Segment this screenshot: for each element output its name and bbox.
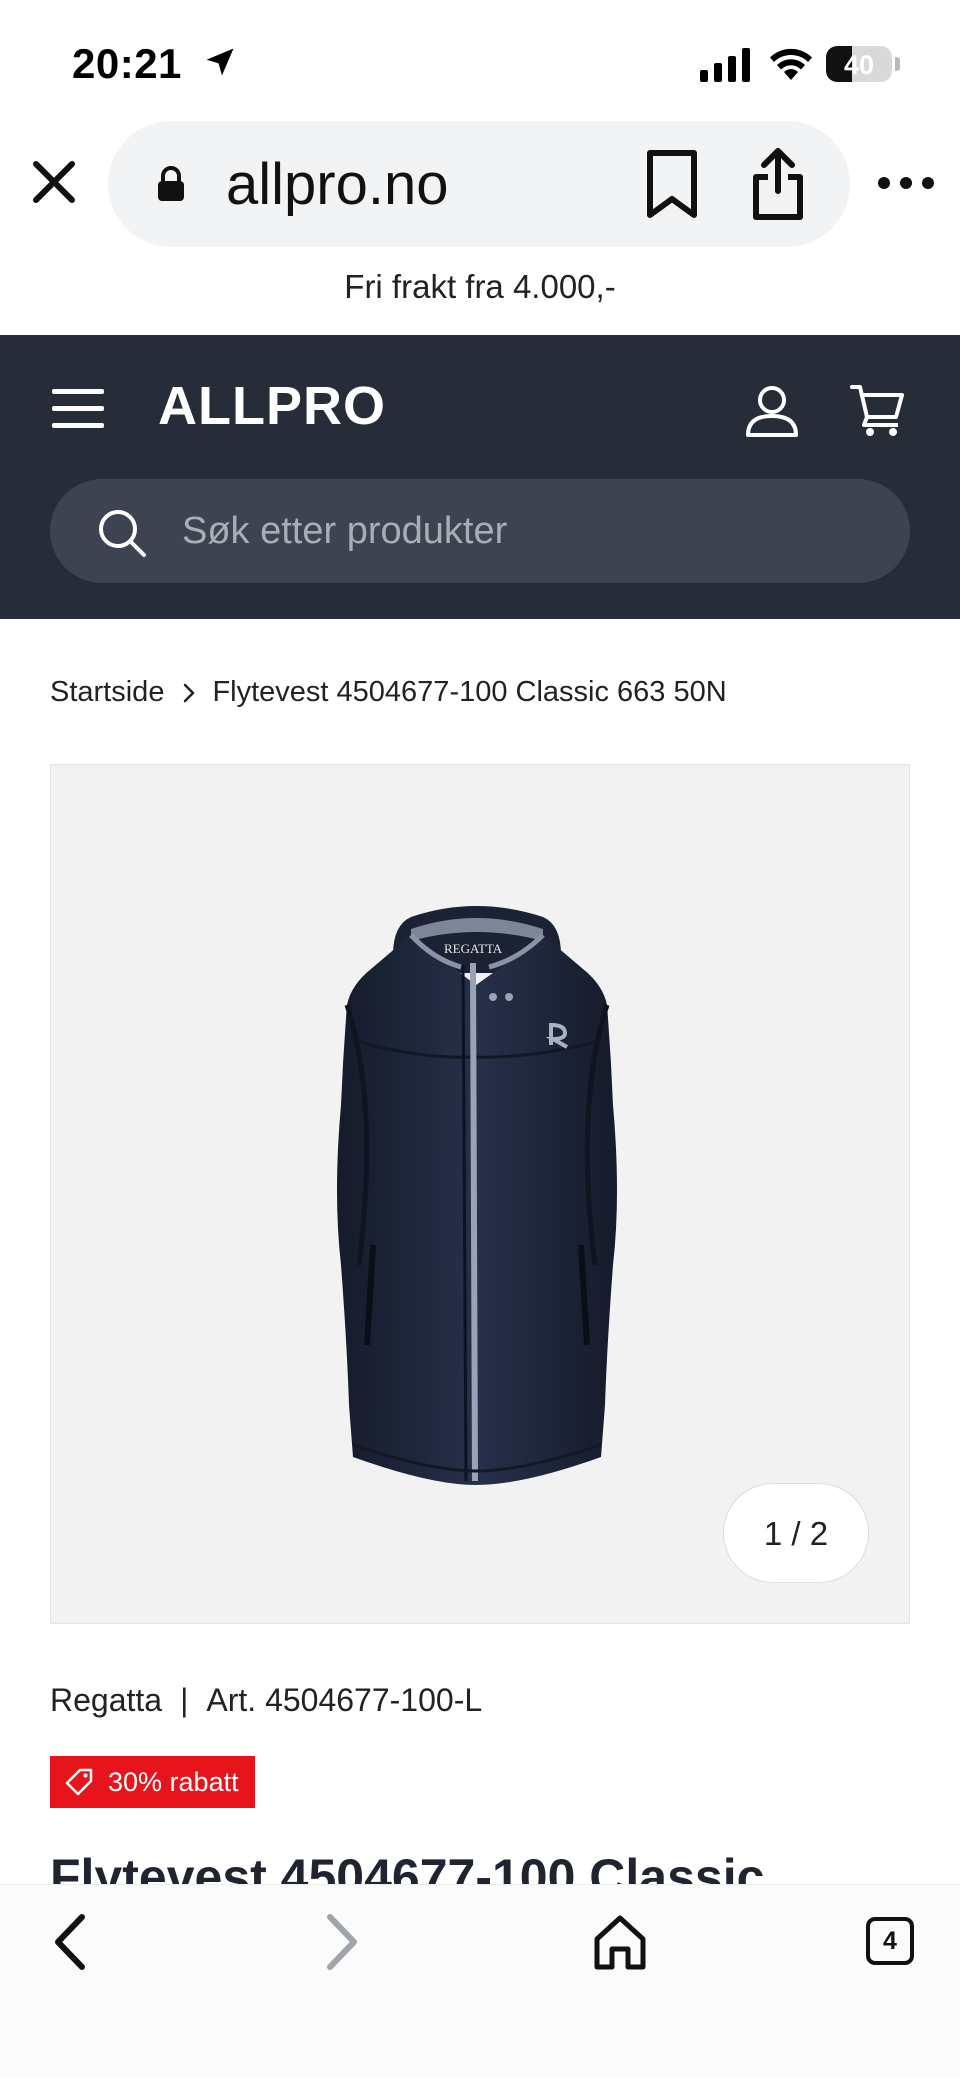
menu-line: [52, 423, 104, 428]
wifi-icon: [770, 48, 812, 80]
browser-toolbar: 4: [0, 1884, 960, 2078]
discount-label: 30% rabatt: [108, 1766, 239, 1797]
tabs-button[interactable]: 4: [866, 1917, 914, 1965]
cellular-signal-icon: [700, 48, 750, 82]
menu-line: [52, 406, 104, 411]
battery-percent: 40: [843, 50, 875, 80]
share-button[interactable]: [748, 147, 808, 221]
address-bar[interactable]: allpro.no: [108, 121, 850, 247]
collar-brand-label: REGATTA: [444, 941, 503, 956]
brand-link[interactable]: Regatta: [50, 1682, 162, 1718]
forward-button[interactable]: [320, 1911, 364, 1973]
breadcrumb-current: Flytevest 4504677-100 Classic 663 50N: [212, 676, 727, 708]
status-time: 20:21: [72, 40, 182, 87]
article-number: Art. 4504677-100-L: [206, 1682, 483, 1718]
free-shipping-banner: Fri frakt fra 4.000,-: [344, 268, 616, 305]
battery-cap: [895, 57, 900, 71]
site-header: ALLPRO: [0, 335, 960, 619]
chevron-right-icon: [184, 683, 195, 702]
image-counter: 1 / 2: [723, 1483, 869, 1583]
price-tag-icon: [65, 1768, 93, 1796]
lock-icon: [158, 166, 184, 201]
home-icon[interactable]: [592, 1913, 648, 1971]
breadcrumb-home-link[interactable]: Startside: [50, 676, 164, 709]
menu-button[interactable]: [52, 385, 104, 431]
status-bar: 20:21 40: [0, 0, 960, 118]
menu-line: [52, 389, 104, 394]
location-arrow-icon: [206, 48, 234, 76]
close-button[interactable]: [30, 158, 78, 206]
search-input[interactable]: [182, 499, 862, 563]
product-image-vest: REGATTA: [337, 906, 617, 1485]
user-account-button[interactable]: [744, 383, 800, 439]
more-options-button[interactable]: [876, 166, 936, 200]
battery-indicator: 40: [826, 46, 892, 82]
breadcrumb: Startside Flytevest 4504677-100 Classic …: [50, 676, 727, 709]
search-icon: [99, 510, 146, 557]
product-meta: Regatta | Art. 4504677-100-L: [50, 1682, 482, 1719]
back-button[interactable]: [48, 1911, 92, 1973]
bookmark-button[interactable]: [644, 149, 700, 219]
shopping-cart-button[interactable]: [850, 381, 906, 437]
discount-badge: 30% rabatt: [50, 1756, 255, 1808]
product-image-gallery[interactable]: REGATTA 1 / 2: [50, 764, 910, 1624]
search-bar[interactable]: [50, 479, 910, 583]
meta-separator: |: [180, 1682, 189, 1718]
site-logo[interactable]: ALLPRO: [158, 375, 386, 437]
url-text: allpro.no: [226, 152, 449, 217]
